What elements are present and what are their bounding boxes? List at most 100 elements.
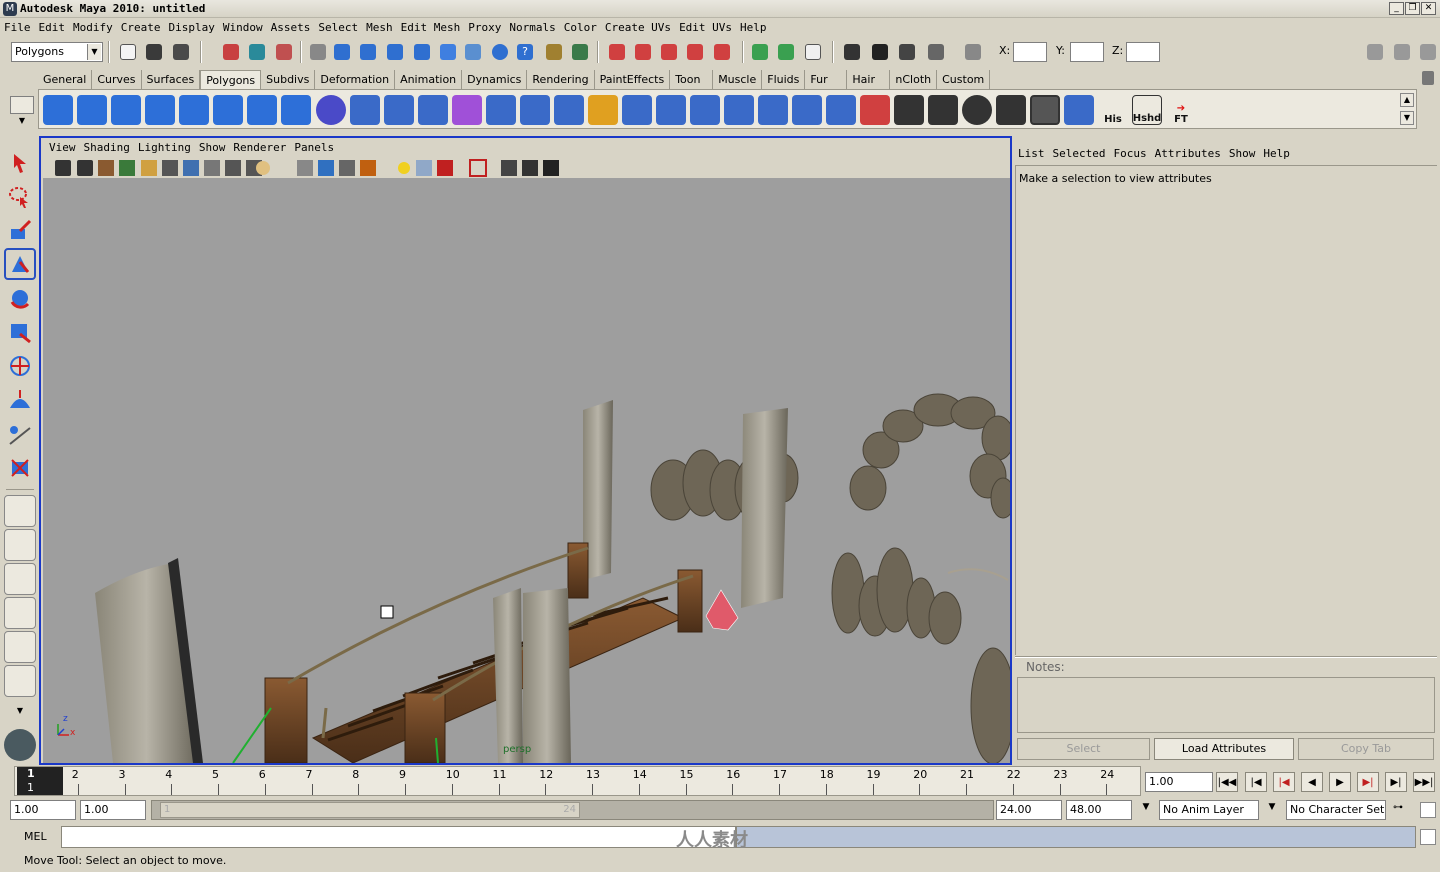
step-forward-key-icon[interactable]: ▶| xyxy=(1357,772,1379,792)
menu-help[interactable]: Help xyxy=(736,19,771,37)
character-set-chevron-icon[interactable]: ▼ xyxy=(1263,802,1281,818)
vp-menu-panels[interactable]: Panels xyxy=(290,140,338,156)
poly-prism-icon[interactable] xyxy=(247,95,277,125)
tab-ncloth[interactable]: nCloth xyxy=(890,70,938,89)
poly-plane-icon[interactable] xyxy=(179,95,209,125)
tab-rendering[interactable]: Rendering xyxy=(527,70,595,89)
history-button[interactable]: His xyxy=(1098,95,1128,125)
menu-edit-uvs[interactable]: Edit UVs xyxy=(675,19,736,37)
save-scene-icon[interactable] xyxy=(170,41,192,63)
render-settings-icon[interactable] xyxy=(925,41,947,63)
play-forwards-icon[interactable]: ▶ xyxy=(1329,772,1351,792)
tab-dynamics[interactable]: Dynamics xyxy=(462,70,528,89)
go-to-end-icon[interactable]: ▶▶| xyxy=(1413,772,1435,792)
select-component-icon[interactable] xyxy=(273,41,295,63)
input-line-mode-icon[interactable] xyxy=(962,41,984,63)
render-icon[interactable] xyxy=(869,41,891,63)
smooth-icon[interactable] xyxy=(452,95,482,125)
soft-modification-icon[interactable] xyxy=(4,384,36,416)
snap-point-icon[interactable] xyxy=(384,41,406,63)
shelf-scroll-down-icon[interactable]: ▼ xyxy=(1400,111,1414,125)
magnet-point-icon[interactable] xyxy=(684,41,706,63)
help-icon[interactable]: ? xyxy=(514,41,536,63)
vp-menu-renderer[interactable]: Renderer xyxy=(229,140,290,156)
tab-custom[interactable]: Custom xyxy=(937,70,991,89)
sculpt-geometry-icon[interactable] xyxy=(860,95,890,125)
tab-muscle[interactable]: Muscle xyxy=(713,70,763,89)
freeze-transforms-button[interactable]: ➔ FT xyxy=(1166,95,1196,125)
lock-icon[interactable] xyxy=(543,41,565,63)
snap-grid-icon[interactable] xyxy=(331,41,353,63)
notes-field[interactable] xyxy=(1017,677,1435,733)
cylindrical-mapping-icon[interactable] xyxy=(1064,95,1094,125)
script-editor-icon[interactable] xyxy=(1420,829,1436,845)
poly-pipe-icon[interactable] xyxy=(281,95,311,125)
key-icon[interactable]: ⊶ xyxy=(1393,802,1413,818)
menu-select[interactable]: Select xyxy=(314,19,362,37)
uv-snapshot-icon[interactable] xyxy=(1030,95,1060,125)
magnet-icon[interactable] xyxy=(606,41,628,63)
snap-curve-icon[interactable] xyxy=(357,41,379,63)
menu-assets[interactable]: Assets xyxy=(267,19,315,37)
construction-history-icon[interactable] xyxy=(802,41,824,63)
ae-menu-focus[interactable]: Focus xyxy=(1109,146,1150,162)
restore-icon[interactable]: ❐ xyxy=(1405,2,1420,15)
tab-subdivs[interactable]: Subdivs xyxy=(261,70,316,89)
minimize-icon[interactable]: _ xyxy=(1389,2,1404,15)
poly-torus-icon[interactable] xyxy=(213,95,243,125)
input-ops-icon[interactable] xyxy=(749,41,771,63)
close-icon[interactable]: ✕ xyxy=(1421,2,1436,15)
magnet-curve-icon[interactable] xyxy=(632,41,654,63)
collapse-icon[interactable] xyxy=(758,95,788,125)
magnet-surface-icon[interactable] xyxy=(711,41,733,63)
select-hierarchy-icon[interactable] xyxy=(220,41,242,63)
last-tool-icon[interactable] xyxy=(4,452,36,484)
animation-preferences-icon[interactable] xyxy=(1420,802,1436,818)
menu-color[interactable]: Color xyxy=(560,19,601,37)
range-slider-handle[interactable]: 1 24 xyxy=(160,802,580,818)
extrude-icon[interactable] xyxy=(486,95,516,125)
show-manipulator-icon[interactable] xyxy=(4,418,36,450)
vp-menu-show[interactable]: Show xyxy=(195,140,230,156)
menu-window[interactable]: Window xyxy=(219,19,267,37)
shelf-menu-icon[interactable]: ▼ xyxy=(10,116,34,130)
poly-soccer-ball-icon[interactable] xyxy=(316,95,346,125)
split-polygon-icon[interactable] xyxy=(588,95,618,125)
outliner-persp-graph-layout-icon[interactable] xyxy=(4,631,36,663)
menu-display[interactable]: Display xyxy=(165,19,219,37)
uv-texture-editor-icon[interactable] xyxy=(996,95,1026,125)
selection-mask-icon[interactable] xyxy=(569,41,591,63)
poly-cone-icon[interactable] xyxy=(145,95,175,125)
poly-cube-icon[interactable] xyxy=(77,95,107,125)
menu-set-dropdown[interactable]: Polygons ▼ xyxy=(11,42,103,62)
shelf-scroll-up-icon[interactable]: ▲ xyxy=(1400,93,1414,107)
select-object-icon[interactable] xyxy=(246,41,268,63)
toggle-attribute-editor-icon[interactable] xyxy=(1364,41,1386,63)
maya-icon[interactable]: M xyxy=(3,2,17,16)
menu-create-uvs[interactable]: Create UVs xyxy=(601,19,675,37)
select-tool-icon[interactable] xyxy=(4,147,36,179)
layout-menu-icon[interactable]: ▼ xyxy=(4,697,36,723)
ae-menu-show[interactable]: Show xyxy=(1225,146,1260,162)
scale-tool-icon[interactable] xyxy=(4,316,36,348)
command-input[interactable] xyxy=(61,826,736,848)
trash-icon[interactable] xyxy=(1422,71,1434,85)
go-to-start-icon[interactable]: |◀◀ xyxy=(1216,772,1238,792)
filter-icon[interactable] xyxy=(307,41,329,63)
tab-toon[interactable]: Toon xyxy=(670,70,714,89)
snap-view-plane-icon[interactable] xyxy=(411,41,433,63)
x-field[interactable] xyxy=(1013,42,1047,62)
tab-hair[interactable]: Hair xyxy=(847,70,891,89)
output-ops-icon[interactable] xyxy=(775,41,797,63)
select-button[interactable]: Select xyxy=(1017,738,1150,760)
magnet-grid-icon[interactable] xyxy=(658,41,680,63)
poly-sphere-icon[interactable] xyxy=(43,95,73,125)
menu-modify[interactable]: Modify xyxy=(69,19,117,37)
automatic-mapping-icon[interactable] xyxy=(928,95,958,125)
tab-surfaces[interactable]: Surfaces xyxy=(142,70,201,89)
ae-menu-attributes[interactable]: Attributes xyxy=(1151,146,1225,162)
tab-general[interactable]: General xyxy=(38,70,93,89)
ae-menu-list[interactable]: List xyxy=(1014,146,1049,162)
rotate-tool-icon[interactable] xyxy=(4,282,36,314)
menu-file[interactable]: File xyxy=(0,19,35,37)
